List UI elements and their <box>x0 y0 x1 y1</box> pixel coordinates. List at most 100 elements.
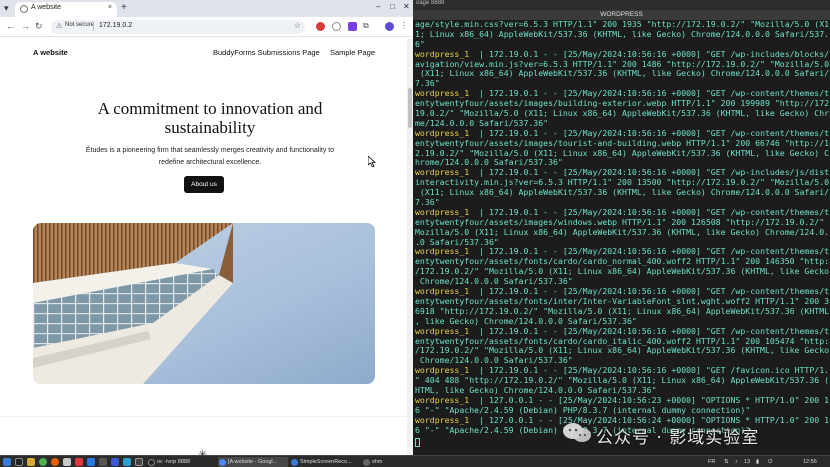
terminal-output[interactable]: age/style.min.css?ver=6.5.3 HTTP/1.1" 20… <box>415 20 829 452</box>
log-text: | 172.19.0.1 - - [25/May/2024:10:56:16 +… <box>469 167 829 178</box>
nav-sample-page[interactable]: Sample Page <box>330 48 375 57</box>
tab-search-icon[interactable]: ▾ <box>4 3 9 14</box>
app-grey-icon[interactable] <box>99 458 107 466</box>
task-shm[interactable]: shm <box>362 457 402 467</box>
task-label: nc -lvnp 8888 <box>157 459 191 465</box>
log-text: " 404 488 "http://172.19.0.2/" "Mozilla/… <box>415 375 829 386</box>
app-red-icon[interactable] <box>75 458 83 466</box>
container-tag: wordpress_1 <box>415 88 470 99</box>
terminal-title: WORDPRESS <box>413 10 830 20</box>
log-text: interactivity.min.js?ver=6.5.3 HTTP/1.1"… <box>415 177 829 188</box>
log-text: entytwentyfour/assets/images/building-ex… <box>415 98 829 109</box>
close-window-button[interactable]: ✕ <box>403 2 410 11</box>
forward-icon[interactable]: → <box>21 21 30 31</box>
terminal-launcher-icon[interactable] <box>15 458 23 466</box>
back-icon[interactable]: ← <box>6 21 15 31</box>
task-shm-icon <box>363 459 370 466</box>
tab-a-website[interactable]: A website × <box>15 2 117 17</box>
terminal-line: (X11; Linux x86_64) AppleWebKit/537.36 (… <box>415 187 829 198</box>
log-text: Mozilla/5.0 (X11; Linux x86_64) AppleWeb… <box>415 226 829 237</box>
maximize-button[interactable]: □ <box>390 2 395 11</box>
task-browser[interactable]: [A website - Googl... <box>218 457 288 467</box>
url-text[interactable]: 172.19.0.2 <box>99 22 132 29</box>
volume-icon[interactable]: ♪ <box>735 457 738 467</box>
text-editor-icon[interactable] <box>63 458 71 466</box>
building-exterior-image <box>33 223 375 384</box>
task-recorder-icon <box>291 459 298 466</box>
about-us-button[interactable]: About us <box>184 176 224 193</box>
container-tag: wordpress_1 <box>415 325 470 336</box>
log-text: entytwentyfour/assets/fonts/cardo/cardo_… <box>415 335 829 346</box>
taskbar: nc -lvnp 8888 [A website - Googl... Simp… <box>0 455 830 467</box>
bookmark-star-icon[interactable]: ☆ <box>294 21 301 30</box>
browser-window: ▾ A website × + – □ ✕ ← → ↻ ⚠ Not secure… <box>0 0 413 455</box>
terminal-tab-label[interactable]: oage 8888 <box>416 0 444 6</box>
menu-kebab-icon[interactable]: ⋮ <box>400 21 408 30</box>
log-text: 19.0.2/" "Mozilla/5.0 (X11; Linux x86_64… <box>415 108 829 119</box>
security-label[interactable]: Not secure <box>65 22 94 28</box>
keyboard-layout[interactable]: FR <box>708 457 715 467</box>
log-text: , like Gecko) Chrome/124.0.0.0 Safari/53… <box>415 315 637 326</box>
task-terminal[interactable]: nc -lvnp 8888 <box>147 457 222 467</box>
log-text: | 172.19.0.1 - - [25/May/2024:10:56:16 +… <box>469 246 829 257</box>
chrome-launcher-icon[interactable] <box>39 458 47 466</box>
app-cyan-icon[interactable] <box>123 458 131 466</box>
wechat-watermark: 公众号 · 影域实验室 <box>560 420 810 448</box>
address-bar[interactable]: ⚠ Not secure 172.19.0.2 ☆ <box>51 20 305 34</box>
start-menu-icon[interactable] <box>3 458 11 466</box>
warning-icon[interactable]: ⚠ <box>56 22 62 30</box>
log-text: | 172.19.0.1 - - [25/May/2024:10:56:16 +… <box>469 127 829 138</box>
log-text: .0 Safari/537.36" <box>415 236 499 247</box>
tab-strip: ▾ A website × + – □ ✕ <box>0 0 413 17</box>
new-tab-button[interactable]: + <box>121 2 127 13</box>
log-text: (X11; Linux x86_64) AppleWebKit/537.36 (… <box>415 187 829 198</box>
tab-close-icon[interactable]: × <box>108 4 112 11</box>
divider <box>93 22 94 31</box>
log-text: 7.36" <box>415 78 440 89</box>
battery-icon[interactable]: ▮ <box>756 457 759 467</box>
site-title[interactable]: A website <box>33 48 68 57</box>
log-text: 2.19.0.2/" "Mozilla/5.0 (X11; Linux x86_… <box>415 147 829 158</box>
extensions-puzzle-icon[interactable]: ⧉ <box>363 21 369 31</box>
extension-circle-icon[interactable] <box>332 22 341 31</box>
terminal-window: oage 8888 WORDPRESS age/style.min.css?ve… <box>413 0 830 455</box>
task-screen-recorder[interactable]: SimpleScreenReco... <box>290 457 360 467</box>
clock[interactable]: 12:56 <box>803 457 817 467</box>
reload-icon[interactable]: ↻ <box>35 21 43 32</box>
container-tag: wordpress_1 <box>415 365 470 376</box>
globe-icon <box>20 5 28 13</box>
scrollbar-thumb[interactable] <box>408 88 412 128</box>
app-window-icon[interactable] <box>135 458 143 466</box>
container-tag: wordpress_1 <box>415 48 470 59</box>
hero-title: A commitment to innovation and sustainab… <box>97 99 323 137</box>
firefox-launcher-icon[interactable] <box>51 458 59 466</box>
log-text: | 172.19.0.1 - - [25/May/2024:10:56:16 +… <box>469 365 829 376</box>
extension-purple-icon[interactable] <box>348 22 357 31</box>
log-text: avigation/view.min.js?ver=6.5.3 HTTP/1.1… <box>415 58 829 69</box>
task-label: shm <box>372 459 383 465</box>
container-tag: wordpress_1 <box>415 394 470 405</box>
files-launcher-icon[interactable] <box>27 458 35 466</box>
log-text: | 172.19.0.1 - - [25/May/2024:10:56:16 +… <box>469 48 829 59</box>
network-icon[interactable]: ⇅ <box>724 457 729 467</box>
log-text: 6918 "http://172.19.0.2/" "Mozilla/5.0 (… <box>415 305 829 316</box>
container-tag: wordpress_1 <box>415 167 470 178</box>
hero-description: Études is a pioneering firm that seamles… <box>85 147 335 166</box>
task-chrome-icon <box>219 459 226 466</box>
watermark-text: 公众号 · 影域实验室 <box>596 428 760 448</box>
log-text: me/124.0.0.0 Safari/537.36" <box>415 117 549 128</box>
browser-toolbar: ← → ↻ ⚠ Not secure 172.19.0.2 ☆ ⧉ ⋮ <box>0 17 413 37</box>
container-tag: wordpress_1 <box>415 246 470 257</box>
minimize-button[interactable]: – <box>376 2 380 11</box>
vscode-launcher-icon[interactable] <box>87 458 95 466</box>
web-page: A website BuddyForms Submissions Page Sa… <box>0 38 407 455</box>
profile-avatar[interactable] <box>385 22 394 31</box>
log-text: entytwentyfour/assets/images/tourist-and… <box>415 137 829 148</box>
container-tag: wordpress_1 <box>415 206 470 217</box>
nav-buddyforms[interactable]: BuddyForms Submissions Page <box>213 48 320 57</box>
app-blue-icon[interactable] <box>111 458 119 466</box>
wechat-logo <box>563 423 591 442</box>
power-icon[interactable]: ⏻ <box>768 457 772 467</box>
extension-red-icon[interactable] <box>316 22 325 31</box>
log-text: | 172.19.0.1 - - [25/May/2024:10:56:16 +… <box>469 206 829 217</box>
